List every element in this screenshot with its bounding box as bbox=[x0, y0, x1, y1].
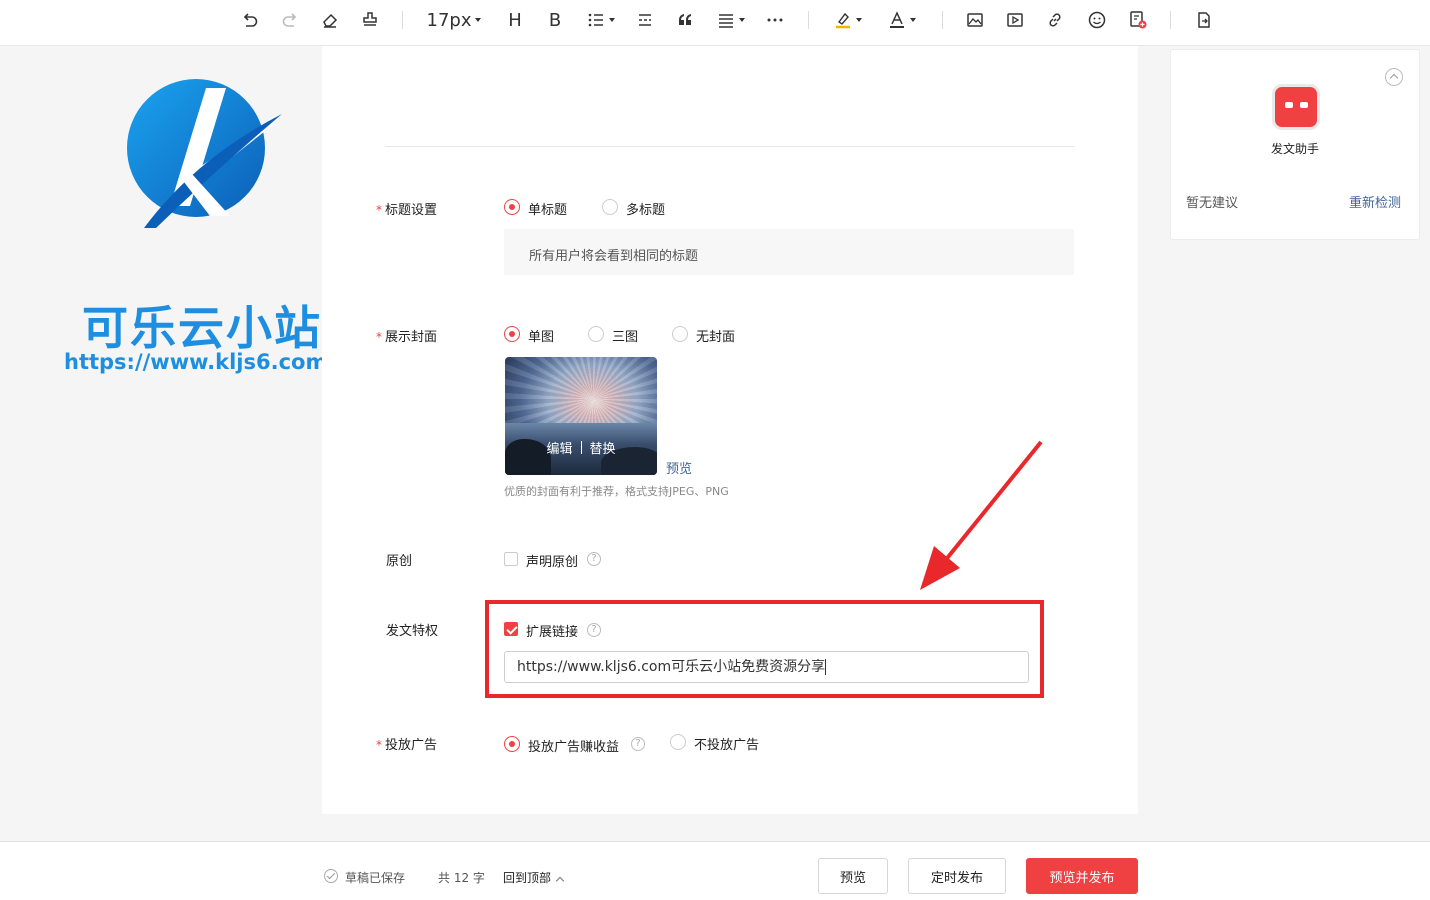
import-doc-icon[interactable] bbox=[1192, 7, 1216, 33]
writing-assistant-panel: 发文助手 暂无建议 重新检测 bbox=[1170, 49, 1420, 240]
help-icon[interactable]: ? bbox=[631, 737, 645, 751]
font-color-icon[interactable] bbox=[884, 7, 920, 33]
quote-icon[interactable] bbox=[673, 7, 697, 33]
watermark-logo: 可乐云小站 https://www.kljs6.com/ bbox=[0, 46, 360, 374]
privilege-label: 发文特权 bbox=[386, 624, 439, 639]
help-icon[interactable]: ? bbox=[587, 552, 601, 566]
title-hint-text: 所有用户将会看到相同的标题 bbox=[529, 249, 699, 264]
cover-replace-button[interactable]: 替换 bbox=[590, 438, 616, 457]
cover-label: * 展示封面 bbox=[376, 330, 438, 345]
emoji-icon[interactable] bbox=[1085, 7, 1109, 33]
back-to-top-link[interactable]: 回到顶部 bbox=[503, 869, 565, 886]
toolbar-separator bbox=[808, 11, 809, 29]
preview-button[interactable]: 预览 bbox=[818, 858, 888, 894]
heading-glyph: H bbox=[508, 9, 522, 31]
editor-toolbar: 17px H B bbox=[0, 0, 1430, 46]
radio-three-cover-label[interactable]: 三图 bbox=[612, 326, 638, 345]
schedule-publish-button[interactable]: 定时发布 bbox=[908, 858, 1006, 894]
cover-format-note: 优质的封面有利于推荐，格式支持JPEG、PNG bbox=[504, 485, 729, 498]
highlight-icon[interactable] bbox=[830, 7, 866, 33]
collapse-icon[interactable] bbox=[1385, 68, 1403, 86]
radio-ads-off[interactable] bbox=[670, 734, 686, 750]
toolbar-separator bbox=[402, 11, 403, 29]
divider-icon[interactable] bbox=[633, 7, 657, 33]
robot-eye bbox=[1300, 102, 1308, 108]
toolbar-separator bbox=[1170, 11, 1171, 29]
section-divider bbox=[385, 146, 1075, 147]
original-checkbox-label[interactable]: 声明原创 bbox=[526, 551, 578, 570]
recheck-link[interactable]: 重新检测 bbox=[1349, 192, 1401, 211]
image-icon[interactable] bbox=[963, 7, 987, 33]
original-checkbox[interactable] bbox=[504, 552, 518, 566]
annotation-arrow-icon bbox=[920, 440, 1043, 590]
font-size-value: 17px bbox=[426, 9, 472, 31]
bold-icon[interactable]: B bbox=[543, 7, 567, 33]
title-hint-box: 所有用户将会看到相同的标题 bbox=[504, 229, 1074, 275]
radio-single-title[interactable] bbox=[504, 199, 520, 215]
video-icon[interactable] bbox=[1003, 7, 1027, 33]
draft-saved-status: 草稿已保存 bbox=[345, 871, 406, 885]
radio-single-cover-label[interactable]: 单图 bbox=[528, 326, 554, 345]
radio-ads-off-label[interactable]: 不投放广告 bbox=[694, 734, 759, 753]
bold-glyph: B bbox=[548, 9, 562, 31]
cover-actions: 编辑 替换 bbox=[505, 435, 657, 459]
robot-icon bbox=[1272, 84, 1320, 130]
bullet-list-icon[interactable] bbox=[584, 7, 618, 33]
footer-bar: 草稿已保存 共 12 字 回到顶部 预览 定时发布 预览并发布 bbox=[0, 841, 1430, 900]
more-icon[interactable] bbox=[763, 7, 787, 33]
radio-three-cover[interactable] bbox=[588, 326, 604, 342]
chevron-down-icon bbox=[475, 18, 482, 22]
insert-card-icon[interactable] bbox=[1126, 7, 1150, 33]
link-icon[interactable] bbox=[1043, 7, 1067, 33]
watermark-url: https://www.kljs6.com/ bbox=[64, 350, 336, 374]
original-label: 原创 bbox=[386, 554, 413, 569]
word-count: 共 12 字 bbox=[438, 871, 485, 885]
radio-multi-title-label[interactable]: 多标题 bbox=[626, 199, 665, 218]
radio-single-cover[interactable] bbox=[504, 326, 520, 342]
format-painter-icon[interactable] bbox=[358, 7, 382, 33]
assistant-name: 发文助手 bbox=[1271, 142, 1320, 156]
radio-no-cover[interactable] bbox=[672, 326, 688, 342]
chevron-up-icon bbox=[555, 876, 565, 886]
preview-and-publish-button[interactable]: 预览并发布 bbox=[1026, 858, 1138, 894]
title-setting-label: * 标题设置 bbox=[376, 203, 438, 218]
cover-edit-button[interactable]: 编辑 bbox=[546, 438, 572, 457]
undo-icon[interactable] bbox=[238, 7, 262, 33]
redo-icon[interactable] bbox=[278, 7, 302, 33]
radio-ads-on[interactable] bbox=[504, 736, 520, 752]
watermark-title: 可乐云小站 bbox=[82, 301, 322, 355]
robot-eye bbox=[1285, 102, 1293, 108]
cover-actions-separator bbox=[580, 440, 582, 454]
font-size-select[interactable]: 17px bbox=[420, 7, 488, 33]
cover-preview-link[interactable]: 预览 bbox=[666, 458, 692, 477]
cover-thumbnail[interactable]: 编辑 替换 bbox=[505, 357, 657, 475]
ads-label: * 投放广告 bbox=[376, 738, 438, 753]
align-icon[interactable] bbox=[714, 7, 748, 33]
annotation-highlight-box bbox=[485, 600, 1044, 698]
no-suggestion-text: 暂无建议 bbox=[1186, 196, 1239, 211]
toolbar-separator bbox=[942, 11, 943, 29]
radio-no-cover-label[interactable]: 无封面 bbox=[696, 326, 735, 345]
radio-multi-title[interactable] bbox=[602, 199, 618, 215]
check-circle-icon bbox=[324, 869, 338, 883]
eraser-icon[interactable] bbox=[318, 7, 342, 33]
radio-ads-on-label[interactable]: 投放广告赚收益 bbox=[528, 736, 619, 755]
heading-icon[interactable]: H bbox=[503, 7, 527, 33]
radio-single-title-label[interactable]: 单标题 bbox=[528, 199, 567, 218]
logo-k-icon bbox=[127, 79, 282, 228]
